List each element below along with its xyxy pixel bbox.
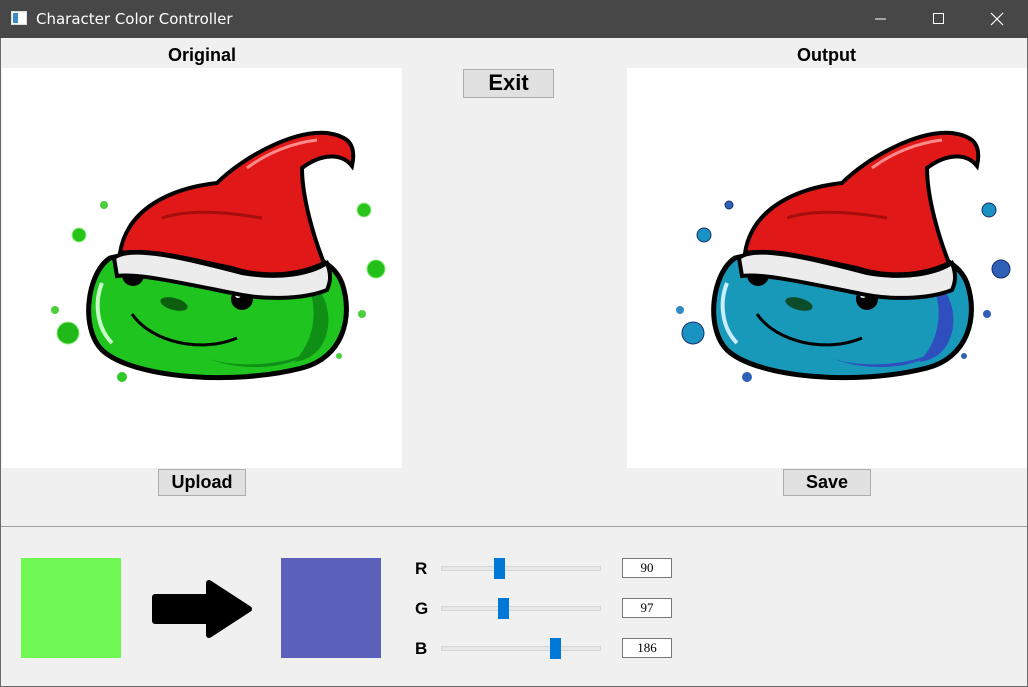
original-label: Original xyxy=(168,45,237,65)
close-icon xyxy=(990,12,1004,26)
source-color-swatch xyxy=(21,558,121,658)
slider-thumb-g[interactable] xyxy=(497,598,509,619)
output-label: Output xyxy=(797,45,856,65)
maximize-button[interactable] xyxy=(910,0,968,38)
output-image xyxy=(627,68,1027,468)
exit-button[interactable]: Exit xyxy=(463,69,554,98)
slider-track-b[interactable] xyxy=(441,646,601,651)
save-button[interactable]: Save xyxy=(783,469,871,496)
output-character-image xyxy=(676,130,1011,382)
close-button[interactable] xyxy=(968,0,1026,38)
maximize-icon xyxy=(933,13,944,24)
slider-track-g[interactable] xyxy=(441,606,601,611)
upload-button[interactable]: Upload xyxy=(158,469,246,496)
slider-track-r[interactable] xyxy=(441,566,601,571)
original-character-image xyxy=(51,130,386,382)
main-content: Original Exit Output Upload Save R 90 G … xyxy=(0,38,1028,687)
minimize-icon xyxy=(875,18,886,20)
value-field-g[interactable]: 97 xyxy=(622,598,672,618)
slider-label-b: B xyxy=(415,639,428,658)
arrow-right-icon xyxy=(152,580,252,638)
slider-label-r: R xyxy=(415,559,428,578)
section-divider xyxy=(1,526,1027,527)
value-field-r[interactable]: 90 xyxy=(622,558,672,578)
window-title: Character Color Controller xyxy=(36,10,233,28)
title-bar: Character Color Controller xyxy=(0,0,1028,38)
app-icon xyxy=(11,11,27,25)
slider-thumb-r[interactable] xyxy=(493,558,505,579)
slider-thumb-b[interactable] xyxy=(549,638,561,659)
original-image xyxy=(2,68,402,468)
target-color-swatch xyxy=(281,558,381,658)
slider-label-g: G xyxy=(415,599,429,618)
minimize-button[interactable] xyxy=(852,0,910,38)
value-field-b[interactable]: 186 xyxy=(622,638,672,658)
